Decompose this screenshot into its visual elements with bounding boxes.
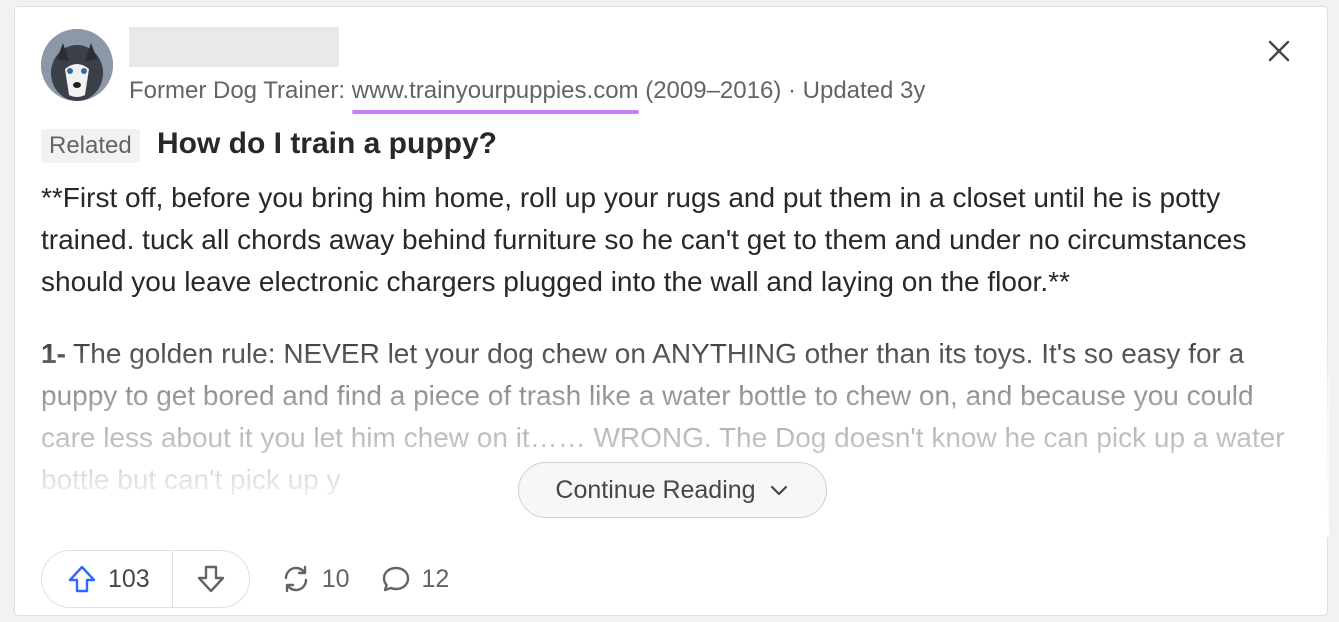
comment-icon: [382, 566, 409, 592]
share-count: 10: [321, 564, 350, 593]
share-icon: [284, 565, 307, 593]
continue-reading-label: Continue Reading: [555, 475, 756, 504]
related-badge: Related: [41, 129, 140, 163]
downvote-button[interactable]: [173, 551, 249, 607]
close-icon: [1268, 40, 1290, 62]
upvote-arrow-icon: [68, 565, 96, 593]
continue-reading-button[interactable]: Continue Reading: [518, 462, 827, 518]
vote-pill: 103: [41, 550, 250, 608]
answer-paragraph-1: **First off, before you bring him home, …: [41, 182, 1247, 297]
answer-content: **First off, before you bring him home, …: [41, 177, 1301, 501]
step-number: 1-: [41, 338, 66, 369]
close-button[interactable]: [1265, 37, 1293, 65]
author-credential: Former Dog Trainer: www.trainyourpuppies…: [129, 77, 925, 105]
share-button[interactable]: 10: [280, 563, 350, 595]
credential-suffix: (2009–2016) · Updated 3y: [638, 77, 926, 104]
downvote-arrow-icon: [197, 565, 224, 593]
answer-card: Former Dog Trainer: www.trainyourpuppies…: [14, 6, 1329, 616]
chevron-down-icon: [770, 485, 787, 496]
question-title[interactable]: How do I train a puppy?: [157, 127, 497, 161]
upvote-button[interactable]: 103: [42, 551, 173, 607]
credential-prefix: Former Dog Trainer:: [129, 77, 352, 104]
action-bar: 103 10 12: [41, 550, 449, 608]
credential-link[interactable]: www.trainyourpuppies.com: [352, 77, 639, 104]
avatar[interactable]: [41, 29, 113, 101]
comment-count: 12: [421, 564, 450, 593]
author-name-redacted: [129, 27, 339, 67]
upvote-count: 103: [108, 564, 150, 593]
comment-button[interactable]: 12: [380, 563, 450, 595]
